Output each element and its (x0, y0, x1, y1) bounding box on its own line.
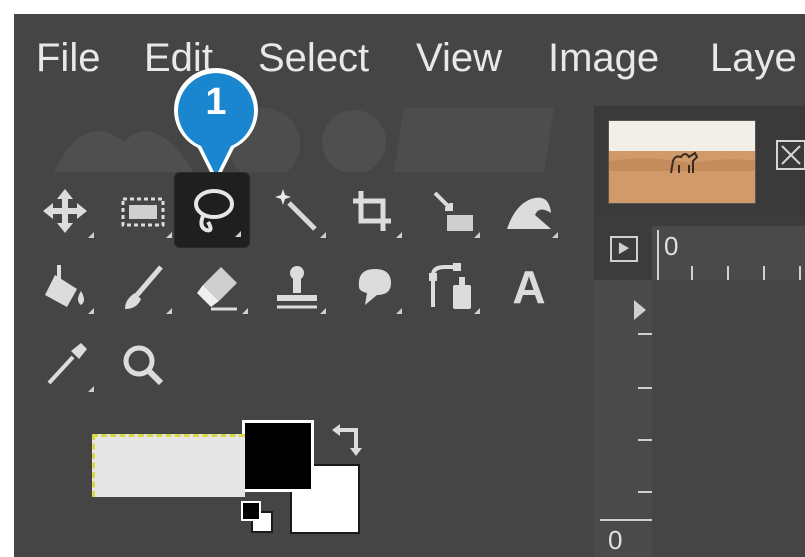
zoom-icon (123, 345, 164, 386)
warp-icon (507, 197, 551, 229)
clone-tool[interactable] (260, 250, 334, 324)
close-icon[interactable] (776, 140, 805, 170)
magic-wand-icon (275, 189, 317, 231)
text-icon: A (512, 261, 546, 313)
menubar: File Edit Select View Image Laye (14, 14, 805, 104)
crop-tool[interactable] (336, 174, 410, 248)
swap-colors-icon[interactable] (328, 420, 368, 460)
text-tool[interactable]: A (492, 250, 566, 324)
move-icon (43, 189, 87, 233)
ruler-left-ticks (600, 300, 652, 521)
eraser-tool[interactable] (182, 250, 256, 324)
image-tab-bar (594, 106, 805, 216)
lasso-icon (194, 189, 234, 233)
transform-icon (433, 191, 473, 231)
move-tool[interactable] (28, 174, 102, 248)
wilber-logo-strip (54, 108, 554, 172)
fuzzy-select-tool[interactable] (260, 174, 334, 248)
bucket-fill-tool[interactable] (28, 250, 102, 324)
warp-transform-tool[interactable] (492, 174, 566, 248)
horizontal-ruler: 0 (652, 226, 805, 281)
rect-select-icon (121, 197, 165, 227)
canvas-image[interactable] (92, 434, 245, 497)
smudge-tool[interactable] (336, 250, 410, 324)
free-select-tool[interactable] (174, 172, 250, 248)
zoom-tool[interactable] (106, 328, 180, 402)
default-colors-icon[interactable] (238, 498, 278, 538)
menu-select[interactable]: Select (258, 36, 369, 80)
foreground-color-swatch[interactable] (242, 420, 314, 492)
paths-tool[interactable] (414, 250, 488, 324)
vertical-ruler: 0 (594, 280, 653, 557)
crop-icon (353, 191, 391, 231)
menu-file[interactable]: File (36, 36, 100, 80)
callout-number: 1 (205, 81, 227, 123)
menu-layer[interactable]: Laye (710, 36, 797, 80)
color-picker-tool[interactable] (28, 328, 102, 402)
paintbrush-icon (125, 265, 163, 309)
image-window: 0 0 (594, 106, 805, 557)
clone-stamp-icon (277, 266, 317, 309)
gimp-window: File Edit Select View Image Laye 1 A 0 0 (14, 14, 805, 557)
menu-image[interactable]: Image (548, 36, 659, 80)
smudge-icon (358, 269, 391, 305)
canvas-area[interactable] (652, 280, 805, 557)
step-callout: 1 (166, 56, 266, 186)
bucket-fill-icon (45, 265, 84, 307)
eraser-icon (197, 267, 237, 311)
menu-view[interactable]: View (416, 36, 502, 80)
image-thumbnail[interactable] (608, 120, 756, 204)
paintbrush-tool[interactable] (106, 250, 180, 324)
navigate-button[interactable] (610, 236, 638, 262)
paths-icon (429, 263, 471, 309)
unified-transform-tool[interactable] (414, 174, 488, 248)
ruler-top-ticks (657, 230, 801, 280)
eyedropper-icon (47, 343, 87, 385)
ruler-left-label: 0 (608, 525, 623, 555)
rect-select-tool[interactable] (106, 174, 180, 248)
play-icon (618, 242, 630, 255)
